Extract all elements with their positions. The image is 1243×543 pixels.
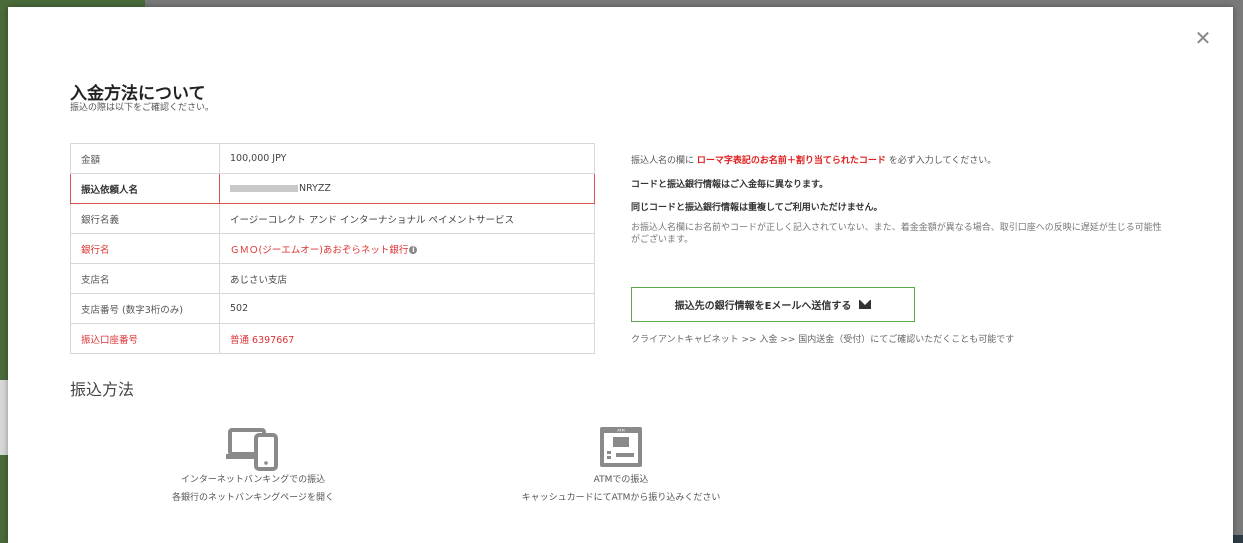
note-no-reuse: 同じコードと振込銀行情報は重複してご利用いただけません。 <box>631 203 883 213</box>
method-atm: ATM ATMでの振込 キャッシュカードにてATMから振り込みください <box>501 425 741 507</box>
note-romaji: 振込人名の欄に ローマ字表記のお名前＋割り当てられたコード を必ず入力してくださ… <box>631 153 996 166</box>
note-text: を必ず入力してください。 <box>888 156 997 166</box>
table-row: 銀行名義 イージーコレクト アンド インターナショナル ペイメントサービス <box>70 203 595 234</box>
bank-name: ＧＭＯ(ジーエムオー)あおぞらネット銀行 <box>230 244 409 256</box>
cabinet-hint: クライアントキャビネット >> 入金 >> 国内送金（受付）にてご確認いただくこ… <box>631 335 1015 345</box>
row-label: 振込依頼人名 <box>70 173 220 204</box>
atm-icon: ATM <box>600 427 642 467</box>
row-value: ＧＭＯ(ジーエムオー)あおぞらネット銀行 i <box>219 233 595 264</box>
methods-title: 振込方法 <box>70 380 135 399</box>
row-value: あじさい支店 <box>219 263 595 294</box>
table-row: 振込依頼人名 NRYZZ <box>70 173 595 204</box>
method-internet-banking: インターネットバンキングでの振込 各銀行のネットバンキングページを開く <box>153 425 353 507</box>
masked-name <box>230 185 298 192</box>
modal-subtitle: 振込の際は以下をご確認ください。 <box>70 103 215 113</box>
table-row: 金額 100,000 JPY <box>70 143 595 174</box>
note-text: 振込人名の欄に <box>631 156 695 166</box>
row-value: 502 <box>219 293 595 324</box>
note-emphasis: ローマ字表記のお名前＋割り当てられたコード <box>696 156 886 166</box>
remitter-code: NRYZZ <box>299 183 331 194</box>
bank-info-table: 金額 100,000 JPY 振込依頼人名 NRYZZ 銀行名義 イージーコレク… <box>70 143 595 354</box>
table-row: 銀行名 ＧＭＯ(ジーエムオー)あおぞらネット銀行 i <box>70 233 595 264</box>
row-label: 支店名 <box>70 263 220 294</box>
deposit-info-modal: ✕ 入金方法について 振込の際は以下をご確認ください。 金額 100,000 J… <box>8 7 1233 543</box>
note-code-changes: コードと振込銀行情報はご入金毎に異なります。 <box>631 180 829 190</box>
method-title: インターネットバンキングでの振込 <box>180 475 326 485</box>
row-value: 100,000 JPY <box>219 143 595 174</box>
row-label: 金額 <box>70 143 220 174</box>
table-row: 支店名 あじさい支店 <box>70 263 595 294</box>
close-icon[interactable]: ✕ <box>1194 28 1212 48</box>
row-value: イージーコレクト アンド インターナショナル ペイメントサービス <box>219 203 595 234</box>
background-page-strip <box>0 380 8 455</box>
envelope-icon <box>859 300 872 309</box>
row-label: 銀行名 <box>70 233 220 264</box>
table-row: 振込口座番号 普通 6397667 <box>70 323 595 354</box>
row-label: 銀行名義 <box>70 203 220 234</box>
svg-text:ATM: ATM <box>617 429 624 433</box>
row-value: 普通 6397667 <box>219 323 595 354</box>
row-label: 振込口座番号 <box>70 323 220 354</box>
method-title: ATMでの振込 <box>593 475 649 485</box>
method-desc: キャッシュカードにてATMから振り込みください <box>521 493 721 503</box>
table-row: 支店番号 (数字3桁のみ) 502 <box>70 293 595 324</box>
devices-icon <box>226 428 278 471</box>
note-delay-warning: お振込人名欄にお名前やコードが正しく記入されていない、また、着金金額が異なる場合… <box>631 223 1162 245</box>
row-label: 支店番号 (数字3桁のみ) <box>70 293 220 324</box>
send-email-button[interactable]: 振込先の銀行情報をEメールへ送信する <box>631 287 915 322</box>
send-email-label: 振込先の銀行情報をEメールへ送信する <box>674 301 852 312</box>
row-value: NRYZZ <box>219 173 595 204</box>
info-icon[interactable]: i <box>409 246 418 254</box>
method-desc: 各銀行のネットバンキングページを開く <box>171 493 334 503</box>
